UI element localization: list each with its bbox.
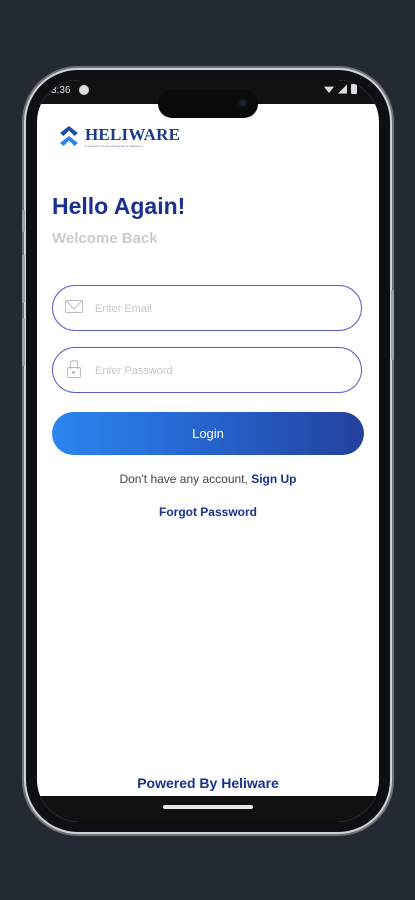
password-input[interactable]	[93, 348, 347, 393]
brand-name: HELIWARE	[85, 125, 181, 144]
gesture-nav-bar	[37, 796, 379, 822]
mail-icon	[65, 300, 83, 313]
brand-tagline: A company for Developing Drone Solutions	[85, 144, 143, 148]
home-indicator[interactable]	[163, 805, 253, 809]
power-button	[391, 290, 394, 360]
login-button[interactable]: Login	[52, 412, 364, 455]
status-icons	[324, 84, 357, 94]
silent-switch	[22, 210, 25, 232]
wifi-icon	[324, 86, 334, 93]
signal-icon	[338, 84, 347, 94]
email-input[interactable]	[93, 286, 347, 331]
signup-link[interactable]: Sign Up	[251, 472, 296, 486]
camera-notch	[158, 90, 258, 118]
location-icon	[79, 85, 89, 95]
signup-prompt: Don't have any account, Sign Up	[37, 472, 379, 486]
no-account-text: Don't have any account,	[119, 472, 248, 486]
lock-icon	[65, 360, 81, 380]
heliware-chevron-icon	[57, 124, 83, 150]
volume-up-button	[22, 255, 25, 303]
battery-icon	[351, 84, 357, 94]
page-title: Hello Again!	[52, 193, 186, 219]
app-screen: 3:36 HELIWARE A company for Developing D…	[37, 80, 379, 822]
volume-down-button	[22, 318, 25, 366]
phone-frame: 3:36 HELIWARE A company for Developing D…	[22, 70, 394, 832]
email-field-container	[52, 285, 362, 331]
brand-logo: HELIWARE A company for Developing Drone …	[57, 124, 180, 150]
password-field-container	[52, 347, 362, 393]
page-subtitle: Welcome Back	[52, 230, 158, 247]
forgot-password-link[interactable]: Forgot Password	[37, 505, 379, 519]
powered-by-text: Powered By Heliware	[137, 775, 279, 791]
status-time: 3:36	[51, 85, 71, 96]
front-camera-icon	[238, 98, 248, 108]
